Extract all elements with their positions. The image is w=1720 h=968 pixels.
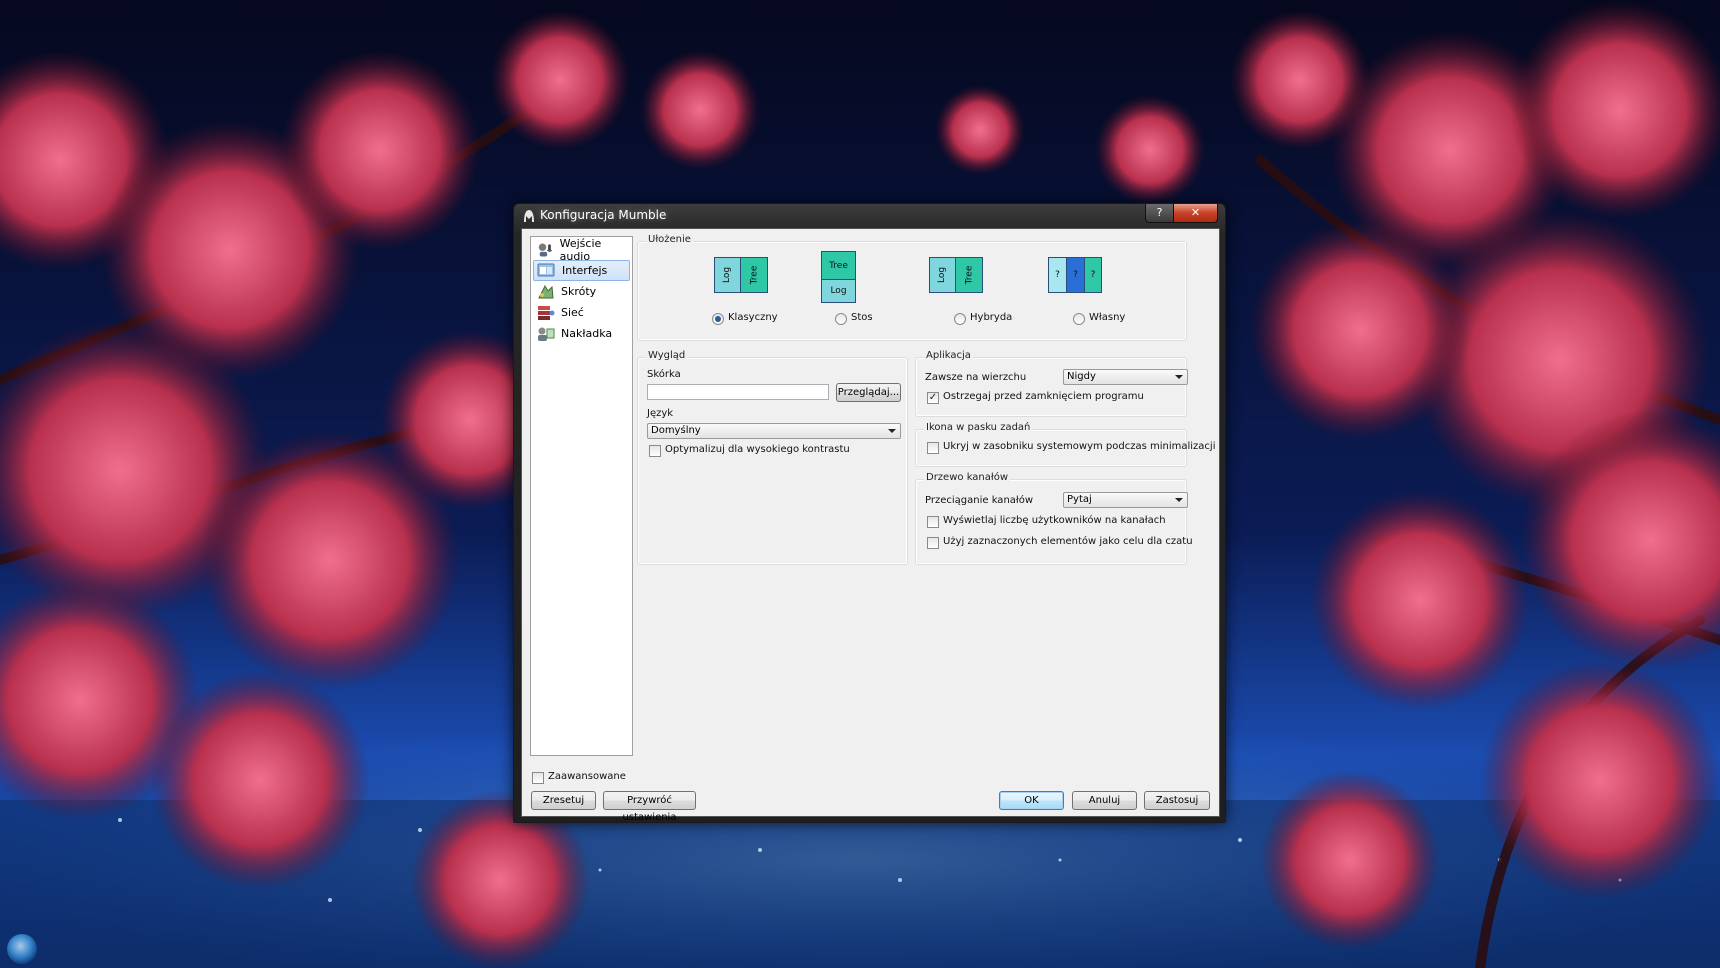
- show-user-count-label: Wyświetlaj liczbę użytkowników na kanała…: [943, 515, 1166, 526]
- nav-label: Nakładka: [561, 327, 613, 340]
- interface-icon: [537, 263, 555, 276]
- nav-label: Skróty: [561, 285, 597, 298]
- browse-button[interactable]: Przeglądaj...: [836, 383, 901, 402]
- hide-in-tray-checkbox[interactable]: [927, 442, 939, 454]
- apply-button[interactable]: Zastosuj: [1144, 791, 1210, 810]
- nav-item-audio-input[interactable]: Wejście audio: [533, 236, 630, 263]
- layout-preview-hybrid[interactable]: Log Tree: [929, 257, 983, 293]
- nav-item-shortcuts[interactable]: Skróty: [533, 281, 630, 302]
- title-bar[interactable]: Konfiguracja Mumble ? ✕: [514, 204, 1225, 228]
- nav-label: Sieć: [561, 306, 584, 319]
- always-on-top-value: Nigdy: [1067, 371, 1096, 382]
- pane-label: ?: [1073, 270, 1078, 280]
- pane-label: Log: [722, 266, 733, 284]
- layout-stack-radio[interactable]: [835, 313, 847, 325]
- layout-preview-custom[interactable]: ? ? ?: [1048, 257, 1102, 293]
- restore-defaults-button[interactable]: Przywróć ustawienia: [603, 791, 696, 823]
- layout-preview-stack[interactable]: Tree Log: [821, 251, 856, 303]
- start-orb[interactable]: [7, 934, 37, 964]
- use-selected-label: Użyj zaznaczonych elementów jako celu dl…: [943, 536, 1193, 547]
- skin-input[interactable]: [647, 384, 829, 400]
- close-button[interactable]: ✕: [1173, 204, 1218, 223]
- nav-item-overlay[interactable]: Nakładka: [533, 323, 630, 344]
- layout-hybrid-label: Hybryda: [970, 312, 1013, 323]
- warn-on-close-label: Ostrzegaj przed zamknięciem programu: [943, 391, 1144, 402]
- cancel-button[interactable]: Anuluj: [1072, 791, 1137, 810]
- chevron-down-icon: [888, 429, 896, 433]
- settings-dialog: Konfiguracja Mumble ? ✕ Wejście audio In…: [513, 203, 1226, 823]
- show-user-count-checkbox[interactable]: [927, 516, 939, 528]
- hide-in-tray-label: Ukryj w zasobniku systemowym podczas min…: [943, 441, 1216, 452]
- network-icon: [538, 305, 555, 320]
- pane-label: Tree: [963, 265, 974, 285]
- layout-classic-label: Klasyczny: [728, 312, 778, 323]
- reset-button[interactable]: Zresetuj: [531, 791, 596, 810]
- nav-item-network[interactable]: Sieć: [533, 302, 630, 323]
- language-value: Domyślny: [651, 425, 701, 436]
- tray-group-title: Ikona w pasku zadań: [924, 422, 1033, 433]
- settings-category-list: Wejście audio Interfejs Skróty Sieć Nakł…: [530, 236, 633, 756]
- application-group-title: Aplikacja: [924, 350, 973, 361]
- layout-stack-label: Stos: [851, 312, 873, 323]
- always-on-top-label: Zawsze na wierzchu: [925, 372, 1027, 383]
- ok-button[interactable]: OK: [999, 791, 1064, 810]
- layout-group-title: Ułożenie: [646, 234, 693, 245]
- pane-label: ?: [1055, 270, 1060, 280]
- layout-custom-label: Własny: [1089, 312, 1126, 323]
- dialog-client-area: Wejście audio Interfejs Skróty Sieć Nakł…: [521, 228, 1220, 823]
- chevron-down-icon: [1175, 498, 1183, 502]
- channel-drag-select[interactable]: Pytaj: [1063, 492, 1188, 508]
- layout-custom-radio[interactable]: [1073, 313, 1085, 325]
- layout-hybrid-radio[interactable]: [954, 313, 966, 325]
- nav-item-interface[interactable]: Interfejs: [533, 260, 630, 281]
- layout-classic-radio[interactable]: [712, 313, 724, 325]
- high-contrast-checkbox[interactable]: [649, 445, 661, 457]
- channel-drag-label: Przeciąganie kanałów: [925, 495, 1034, 506]
- pane-label: Log: [937, 266, 948, 284]
- appearance-group-title: Wygląd: [646, 350, 688, 361]
- advanced-label: Zaawansowane: [548, 771, 626, 782]
- chevron-down-icon: [1175, 375, 1183, 379]
- mumble-logo-icon: [524, 210, 534, 222]
- help-button[interactable]: ?: [1145, 204, 1174, 223]
- high-contrast-label: Optymalizuj dla wysokiego kontrastu: [665, 444, 850, 455]
- pane-label: Tree: [748, 265, 759, 285]
- language-label: Język: [647, 408, 674, 419]
- pane-label: Log: [830, 286, 847, 296]
- channel-tree-group-title: Drzewo kanałów: [924, 472, 1011, 483]
- layout-preview-classic[interactable]: Log Tree: [714, 257, 768, 293]
- nav-label: Wejście audio: [559, 236, 602, 263]
- warn-on-close-checkbox[interactable]: ✓: [927, 392, 939, 404]
- microphone-icon: [538, 242, 553, 257]
- pane-label: ?: [1090, 270, 1096, 280]
- advanced-checkbox[interactable]: [532, 772, 544, 784]
- use-selected-checkbox[interactable]: [927, 537, 939, 549]
- window-title: Konfiguracja Mumble: [540, 208, 667, 222]
- skin-label: Skórka: [647, 369, 681, 380]
- shortcuts-icon: [538, 284, 554, 298]
- pane-label: Tree: [829, 260, 848, 271]
- overlay-icon: [538, 327, 555, 341]
- channel-drag-value: Pytaj: [1067, 494, 1092, 505]
- application-group: [915, 357, 1187, 417]
- language-select[interactable]: Domyślny: [647, 423, 901, 439]
- always-on-top-select[interactable]: Nigdy: [1063, 369, 1188, 385]
- nav-label: Interfejs: [562, 264, 608, 277]
